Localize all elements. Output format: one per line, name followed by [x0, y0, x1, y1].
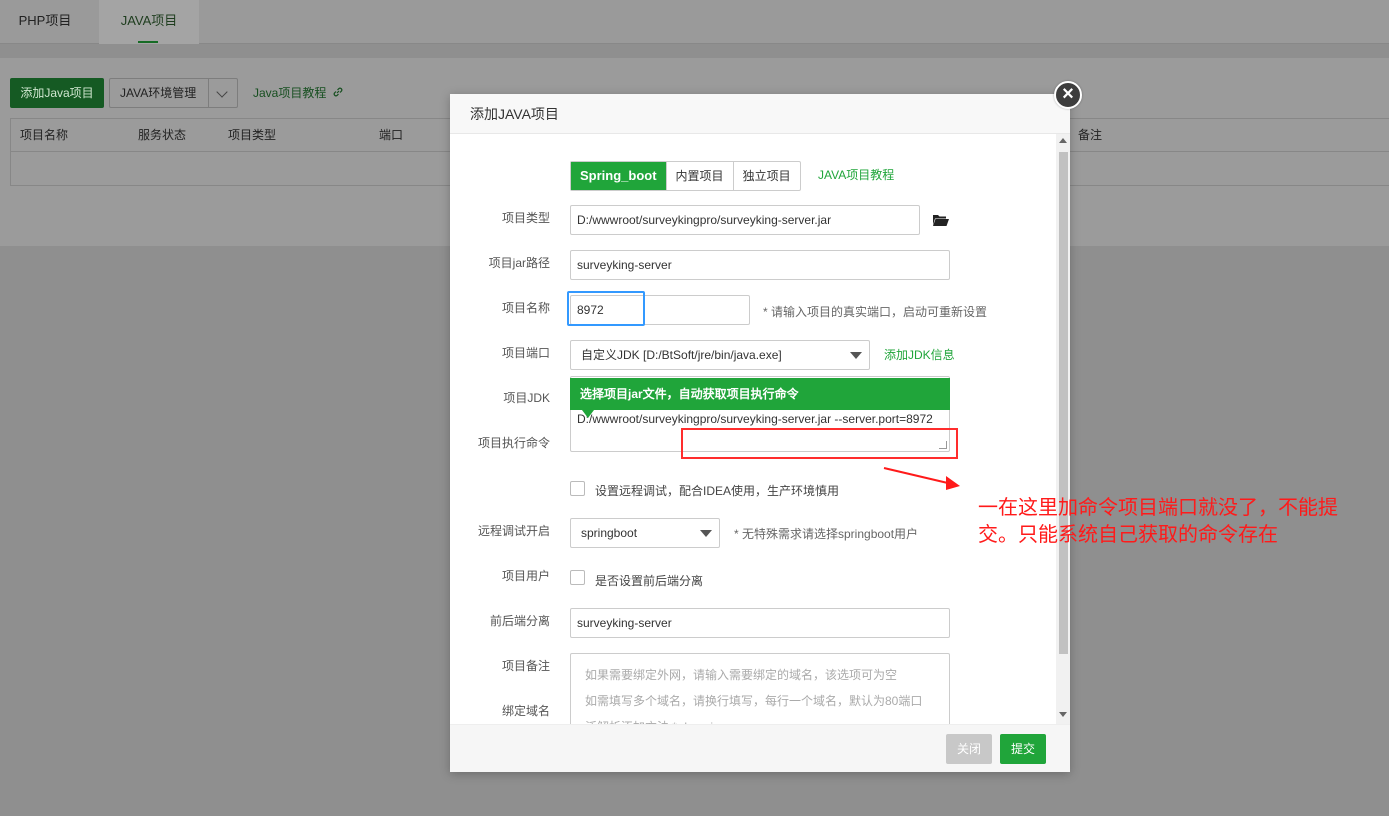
folder-open-icon[interactable] [933, 214, 949, 226]
dialog-scrollbar[interactable] [1056, 134, 1070, 724]
tab-php[interactable]: PHP项目 [0, 0, 90, 44]
annotation-note: 一在这里加命令项目端口就没了，不能提交。只能系统自己获取的命令存在 [978, 497, 1338, 546]
dialog-title: 添加JAVA项目 [450, 94, 1070, 134]
remote-debug-text: 设置远程调试，配合IDEA使用，生产环境慎用 [595, 484, 840, 498]
project-type-label: 项目类型 [501, 211, 550, 225]
tooltip-arrow [582, 410, 594, 418]
submit-button[interactable]: 提交 [1000, 734, 1046, 764]
command-tooltip: 选择项目jar文件，自动获取项目执行命令 [570, 378, 950, 410]
caret-down-icon [850, 352, 862, 359]
link-icon [333, 87, 343, 97]
separation-checkbox[interactable] [570, 570, 585, 585]
project-user-select[interactable]: springboot [570, 518, 720, 548]
java-env-label: JAVA环境管理 [120, 86, 197, 100]
java-env-dropdown[interactable]: JAVA环境管理 [109, 78, 238, 108]
scroll-thumb[interactable] [1059, 152, 1068, 654]
java-tutorial-link[interactable]: Java项目教程 [253, 78, 344, 108]
java-tutorial-label: Java项目教程 [253, 86, 327, 100]
col-project-name: 项目名称 [20, 128, 69, 142]
type-option-standalone[interactable]: 独立项目 [734, 162, 800, 190]
java-project-tutorial-link[interactable]: JAVA项目教程 [818, 166, 894, 183]
domain-placeholder-line-2: 如需填写多个域名，请换行填写，每行一个域名，默认为80端口 [585, 694, 923, 708]
col-service-status: 服务状态 [138, 128, 187, 142]
jdk-select-value: 自定义JDK [D:/BtSoft/jre/bin/java.exe] [581, 348, 782, 362]
remote-debug-label: 远程调试开启 [477, 524, 550, 538]
separation-label: 前后端分离 [489, 614, 550, 628]
exec-command-value: D:/wwwroot/surveykingpro/surveyking-serv… [577, 412, 933, 426]
project-tabs: PHP项目 JAVA项目 [0, 0, 1389, 44]
project-jdk-label: 项目JDK [503, 391, 550, 405]
port-hint: * 请输入项目的真实端口，启动可重新设置 [763, 305, 988, 319]
chevron-down-icon[interactable] [216, 86, 228, 98]
scroll-down-icon[interactable] [1059, 712, 1067, 717]
port-highlight-box [567, 291, 645, 326]
project-remark-label: 项目备注 [501, 659, 550, 673]
close-button[interactable]: 关闭 [946, 734, 992, 764]
command-highlight-box [681, 428, 958, 459]
col-port: 端口 [379, 128, 404, 142]
bind-domain-textarea[interactable]: 如果需要绑定外网，请输入需要绑定的域名，该选项可为空 如需填写多个域名，请换行填… [570, 653, 950, 724]
dialog-footer: 关闭 提交 [450, 724, 1070, 772]
type-option-spring-boot[interactable]: Spring_boot [571, 162, 667, 190]
bind-domain-label: 绑定域名 [501, 704, 550, 718]
annotation-arrow-icon [883, 467, 960, 490]
add-jdk-link[interactable]: 添加JDK信息 [884, 346, 955, 363]
exec-command-label: 项目执行命令 [477, 436, 550, 450]
tab-java[interactable]: JAVA项目 [99, 0, 199, 44]
tab-java-label: JAVA项目 [120, 13, 178, 28]
col-remark: 备注 [1078, 128, 1103, 142]
tab-active-underline [138, 41, 158, 43]
jdk-select[interactable]: 自定义JDK [D:/BtSoft/jre/bin/java.exe] [570, 340, 870, 370]
project-name-label: 项目名称 [501, 301, 550, 315]
type-option-builtin[interactable]: 内置项目 [667, 162, 734, 190]
jar-path-input[interactable]: D:/wwwroot/surveykingpro/surveyking-serv… [570, 205, 920, 235]
project-user-value: springboot [581, 526, 638, 540]
remote-debug-checkbox[interactable] [570, 481, 585, 496]
add-java-project-button[interactable]: 添加Java项目 [10, 78, 104, 108]
jar-path-label: 项目jar路径 [488, 256, 550, 270]
dropdown-separator [208, 79, 209, 107]
domain-placeholder-line-1: 如果需要绑定外网，请输入需要绑定的域名，该选项可为空 [585, 668, 898, 682]
project-type-selector: Spring_boot 内置项目 独立项目 [570, 161, 801, 191]
scroll-up-icon[interactable] [1059, 138, 1067, 143]
project-port-label: 项目端口 [501, 346, 550, 360]
project-user-label: 项目用户 [501, 569, 550, 583]
caret-down-icon [700, 530, 712, 537]
separation-text: 是否设置前后端分离 [595, 574, 704, 588]
col-project-type: 项目类型 [228, 128, 277, 142]
project-remark-input[interactable]: surveyking-server [570, 608, 950, 638]
close-icon[interactable]: × [1054, 81, 1082, 109]
user-hint: * 无特殊需求请选择springboot用户 [734, 527, 919, 541]
project-name-input[interactable]: surveyking-server [570, 250, 950, 280]
domain-placeholder-line-3: 泛解析添加方法 *.domain.com [585, 714, 949, 724]
